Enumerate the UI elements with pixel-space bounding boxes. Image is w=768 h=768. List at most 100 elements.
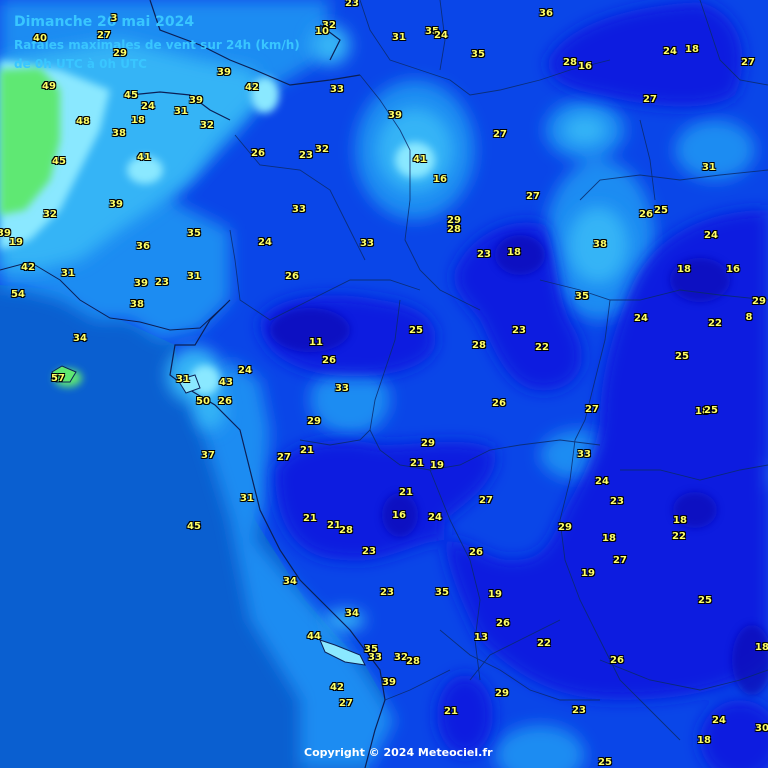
value-label: 32 bbox=[315, 144, 329, 155]
value-label: 23 bbox=[299, 150, 313, 161]
value-label: 27 bbox=[526, 191, 540, 202]
value-label: 26 bbox=[322, 355, 336, 366]
value-label: 29 bbox=[421, 438, 435, 449]
value-label: 39 bbox=[0, 228, 11, 239]
value-label: 26 bbox=[492, 398, 506, 409]
value-label: 23 bbox=[380, 587, 394, 598]
value-label: 25 bbox=[704, 405, 718, 416]
value-label: 34 bbox=[345, 608, 359, 619]
value-label: 18 bbox=[685, 44, 699, 55]
value-label: 26 bbox=[610, 655, 624, 666]
value-label: 39 bbox=[217, 67, 231, 78]
value-label: 35 bbox=[187, 228, 201, 239]
value-label: 57 bbox=[51, 373, 65, 384]
value-label: 23 bbox=[345, 0, 359, 9]
value-label: 21 bbox=[444, 706, 458, 717]
value-label: 23 bbox=[512, 325, 526, 336]
value-label: 37 bbox=[201, 450, 215, 461]
value-label: 42 bbox=[245, 82, 259, 93]
value-label: 21 bbox=[300, 445, 314, 456]
value-label: 50 bbox=[196, 396, 210, 407]
value-label: 16 bbox=[578, 61, 592, 72]
value-label: 26 bbox=[218, 396, 232, 407]
value-label: 22 bbox=[535, 342, 549, 353]
value-label: 24 bbox=[712, 715, 726, 726]
value-label: 22 bbox=[537, 638, 551, 649]
value-label: 27 bbox=[741, 57, 755, 68]
value-label: 54 bbox=[11, 289, 25, 300]
value-label: 40 bbox=[33, 33, 47, 44]
map-period: de 0h UTC à 0h UTC bbox=[14, 57, 147, 71]
value-label: 42 bbox=[21, 262, 35, 273]
value-label: 16 bbox=[433, 174, 447, 185]
copyright-notice: Copyright © 2024 Meteociel.fr bbox=[304, 746, 493, 759]
value-label: 28 bbox=[472, 340, 486, 351]
value-label: 24 bbox=[634, 313, 648, 324]
value-label: 27 bbox=[613, 555, 627, 566]
value-label: 25 bbox=[598, 757, 612, 768]
value-label: 11 bbox=[309, 337, 323, 348]
value-label: 27 bbox=[277, 452, 291, 463]
value-label: 38 bbox=[130, 299, 144, 310]
value-label: 33 bbox=[335, 383, 349, 394]
value-label: 13 bbox=[474, 632, 488, 643]
value-label: 19 bbox=[581, 568, 595, 579]
value-label: 33 bbox=[330, 84, 344, 95]
value-label: 39 bbox=[189, 95, 203, 106]
value-label: 18 bbox=[131, 115, 145, 126]
value-label: 26 bbox=[469, 547, 483, 558]
value-label: 24 bbox=[258, 237, 272, 248]
value-label: 27 bbox=[585, 404, 599, 415]
value-label: 18 bbox=[507, 247, 521, 258]
map-canvas bbox=[0, 0, 768, 768]
value-label: 24 bbox=[595, 476, 609, 487]
value-label: 35 bbox=[435, 587, 449, 598]
value-label: 43 bbox=[219, 377, 233, 388]
value-label: 19 bbox=[9, 237, 23, 248]
value-label: 32 bbox=[200, 120, 214, 131]
wind-gust-map: Dimanche 26 mai 2024 Rafales maximales d… bbox=[0, 0, 768, 768]
value-label: 18 bbox=[697, 735, 711, 746]
value-label: 23 bbox=[477, 249, 491, 260]
value-label: 23 bbox=[572, 705, 586, 716]
value-label: 21 bbox=[303, 513, 317, 524]
value-label: 49 bbox=[42, 81, 56, 92]
value-label: 28 bbox=[563, 57, 577, 68]
value-label: 29 bbox=[558, 522, 572, 533]
value-label: 33 bbox=[360, 238, 374, 249]
value-label: 34 bbox=[73, 333, 87, 344]
value-label: 31 bbox=[174, 106, 188, 117]
value-label: 16 bbox=[392, 510, 406, 521]
value-label: 24 bbox=[704, 230, 718, 241]
value-label: 21 bbox=[410, 458, 424, 469]
value-label: 18 bbox=[677, 264, 691, 275]
value-label: 35 bbox=[471, 49, 485, 60]
value-label: 39 bbox=[109, 199, 123, 210]
value-label: 24 bbox=[428, 512, 442, 523]
value-label: 18 bbox=[755, 642, 768, 653]
value-label: 16 bbox=[726, 264, 740, 275]
value-label: 33 bbox=[577, 449, 591, 460]
value-label: 23 bbox=[362, 546, 376, 557]
value-label: 48 bbox=[76, 116, 90, 127]
value-label: 36 bbox=[136, 241, 150, 252]
value-label: 28 bbox=[339, 525, 353, 536]
value-label: 34 bbox=[283, 576, 297, 587]
value-label: 39 bbox=[388, 110, 402, 121]
value-label: 26 bbox=[496, 618, 510, 629]
value-label: 41 bbox=[413, 154, 427, 165]
value-label: 31 bbox=[702, 162, 716, 173]
value-label: 26 bbox=[251, 148, 265, 159]
value-label: 38 bbox=[112, 128, 126, 139]
value-label: 25 bbox=[675, 351, 689, 362]
value-label: 35 bbox=[575, 291, 589, 302]
value-label: 27 bbox=[97, 30, 111, 41]
value-label: 45 bbox=[187, 521, 201, 532]
value-label: 26 bbox=[639, 209, 653, 220]
value-label: 23 bbox=[155, 277, 169, 288]
value-label: 27 bbox=[479, 495, 493, 506]
value-label: 41 bbox=[137, 152, 151, 163]
value-label: 28 bbox=[447, 224, 461, 235]
value-label: 31 bbox=[176, 374, 190, 385]
value-label: 33 bbox=[292, 204, 306, 215]
